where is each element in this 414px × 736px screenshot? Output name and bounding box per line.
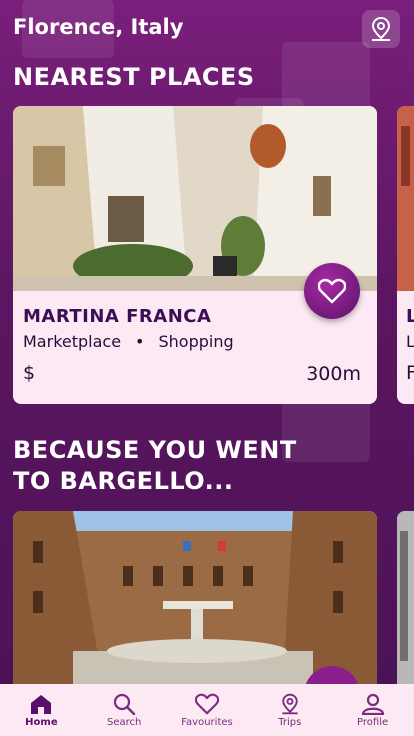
map-pin-icon <box>282 693 298 714</box>
section-title-nearest: NEAREST PLACES <box>13 63 255 91</box>
place-card[interactable] <box>397 511 414 684</box>
city-title: Florence, Italy <box>13 15 184 39</box>
place-card[interactable]: MARTINA FRANCA Marketplace • Shopping $ 30… <box>13 106 377 404</box>
place-distance: 300m <box>306 363 361 385</box>
place-tag: Shopping <box>158 332 234 351</box>
place-photo <box>13 511 377 684</box>
place-card[interactable] <box>13 511 377 684</box>
place-price: F <box>406 362 414 384</box>
section-title-because: BECAUSE YOU WENT TO BARGELLO... <box>13 436 297 495</box>
bottom-nav: Home Search Favourites Trips Profile <box>0 684 414 736</box>
nav-label: Profile <box>357 716 389 728</box>
nav-trips[interactable]: Trips <box>250 693 330 728</box>
nav-profile[interactable]: Profile <box>333 693 413 728</box>
nav-home[interactable]: Home <box>1 693 81 728</box>
nav-label: Favourites <box>181 716 233 728</box>
place-tag: L <box>406 332 414 351</box>
location-button[interactable] <box>362 10 400 48</box>
place-tag: Marketplace <box>23 332 122 351</box>
map-pin-icon <box>371 16 391 41</box>
place-card[interactable]: L L F <box>397 106 414 404</box>
place-photo <box>13 106 377 291</box>
heart-icon <box>318 278 346 304</box>
favourite-button[interactable] <box>304 263 360 319</box>
nav-favourites[interactable]: Favourites <box>167 693 247 728</box>
home-icon <box>31 694 52 714</box>
separator-dot: • <box>135 332 145 351</box>
place-photo <box>397 106 414 291</box>
heart-icon <box>194 693 219 714</box>
place-tags: Marketplace • Shopping <box>23 332 234 351</box>
place-price: $ <box>23 362 36 384</box>
place-photo <box>397 511 414 684</box>
place-name: MARTINA FRANCA <box>23 306 212 327</box>
nav-label: Home <box>25 716 58 728</box>
user-icon <box>361 693 384 715</box>
place-name: L <box>406 306 414 327</box>
nav-label: Search <box>107 716 142 728</box>
nav-search[interactable]: Search <box>84 693 164 728</box>
search-icon <box>114 693 136 715</box>
nav-label: Trips <box>278 716 302 728</box>
top-bar: Florence, Italy <box>0 0 414 60</box>
